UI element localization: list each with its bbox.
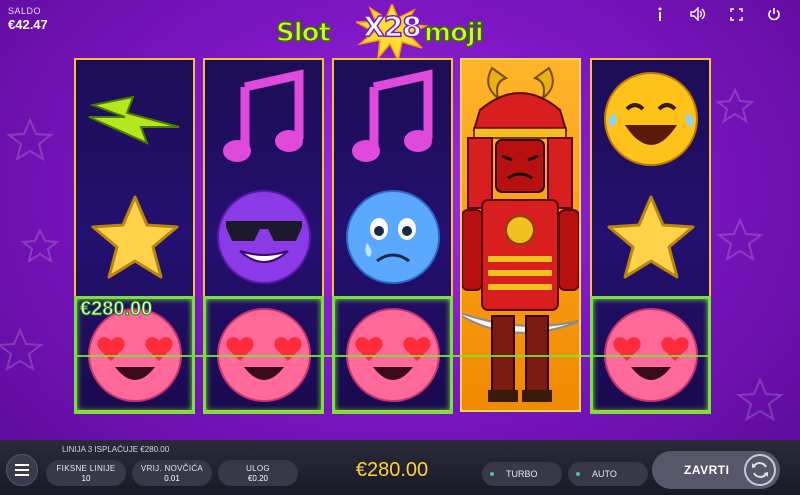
payline-info: LINIJA 3 ISPLAĆUJE €280.00 — [62, 445, 170, 454]
laughing-emoji-icon — [603, 72, 698, 166]
spin-arrows-icon — [744, 454, 776, 486]
music-note-symbol — [334, 60, 451, 178]
star-icon — [91, 195, 178, 279]
music-note-icon — [222, 69, 303, 162]
bet-control[interactable]: ULOG €0.20 — [218, 460, 298, 486]
coin-value-value: 0.01 — [164, 473, 180, 483]
lightning-icon — [88, 95, 179, 145]
sad-tear-symbol — [334, 178, 451, 296]
menu-button[interactable] — [6, 454, 38, 486]
spin-label: ZAVRTI — [684, 463, 730, 477]
logo-part-1: Slot — [275, 17, 331, 49]
win-amount-label: €280.00 — [79, 298, 153, 321]
turbo-indicator — [490, 472, 494, 476]
lightning-symbol — [76, 60, 193, 178]
music-note-symbol — [205, 60, 322, 178]
coin-value-control[interactable]: VRIJ. NOVČIĆA 0.01 — [132, 460, 212, 486]
fixed-lines-label: FIKSNE LINIJE — [56, 463, 116, 473]
winning-payline — [75, 355, 709, 357]
music-note-icon — [351, 69, 432, 162]
balance-value: €42.47 — [8, 17, 48, 32]
coin-value-label: VRIJ. NOVČIĆA — [140, 463, 204, 473]
power-icon[interactable] — [766, 6, 782, 22]
bet-value: €0.20 — [247, 473, 269, 483]
auto-label: AUTO — [592, 469, 617, 479]
star-icon — [607, 195, 694, 279]
fullscreen-icon[interactable] — [728, 6, 744, 22]
top-toolbar — [652, 6, 782, 22]
sound-icon[interactable] — [690, 6, 706, 22]
reel-4 — [451, 58, 583, 412]
total-win-display: €280.00 — [355, 459, 429, 481]
spin-button[interactable]: ZAVRTI — [652, 451, 780, 489]
reel-2 — [203, 58, 324, 414]
sunglasses-symbol — [205, 178, 322, 296]
logo-multiplier: X28 — [362, 9, 422, 44]
fixed-lines-value: 10 — [81, 473, 91, 483]
reel-1 — [74, 58, 195, 414]
fixed-lines-control[interactable]: FIKSNE LINIJE 10 — [46, 460, 126, 486]
hamburger-menu-icon — [15, 464, 29, 476]
balance-display: SALDO €42.47 — [8, 6, 48, 32]
balance-label: SALDO — [8, 6, 42, 16]
star-symbol — [76, 178, 193, 296]
auto-indicator — [576, 472, 580, 476]
turbo-toggle[interactable]: TURBO — [482, 462, 562, 486]
reel-3 — [332, 58, 453, 414]
sunglasses-emoji-icon — [216, 190, 311, 284]
laughing-symbol — [592, 60, 709, 178]
samurai-wild-icon — [451, 66, 583, 402]
logo-part-2: moji — [423, 17, 484, 49]
sad-tear-emoji-icon — [345, 190, 440, 284]
reel-5 — [590, 58, 711, 414]
star-symbol — [592, 178, 709, 296]
turbo-label: TURBO — [506, 469, 538, 479]
auto-toggle[interactable]: AUTO — [568, 462, 648, 486]
game-logo: Slot X28 moji — [272, 4, 508, 60]
bet-label: ULOG — [246, 463, 270, 473]
info-icon[interactable] — [652, 6, 668, 22]
